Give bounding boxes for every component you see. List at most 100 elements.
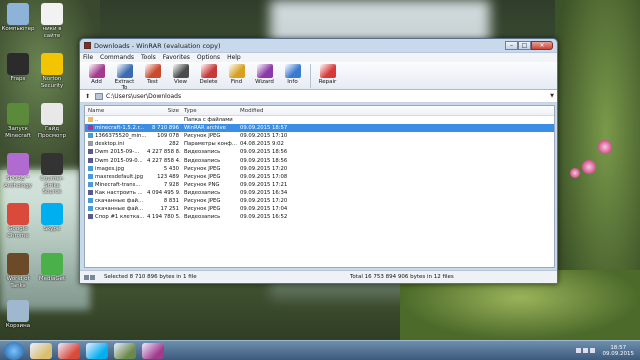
img-file-icon xyxy=(88,197,93,203)
toolbar-button[interactable]: Wizard xyxy=(251,64,278,85)
desktop-icon-label: Skype xyxy=(43,226,61,232)
tray-network-icon[interactable] xyxy=(575,348,581,353)
file-row[interactable]: Спор #1 клетка... 4 194 780 5... Видеозапи… xyxy=(85,213,554,221)
file-size: 8 710 896 xyxy=(152,125,179,132)
file-row[interactable]: images.jpg 5 430 Рисунок JPEG 09.09.2015 17… xyxy=(85,165,554,173)
wizard-icon xyxy=(256,64,273,78)
desktop-icon[interactable]: Norton Security xyxy=(34,53,70,89)
file-modified: 09.09.2015 18:56 xyxy=(240,149,287,156)
column-size[interactable]: Size xyxy=(147,108,181,114)
tray-flag-icon[interactable] xyxy=(589,348,595,353)
desktop-icon[interactable]: Skype xyxy=(34,203,70,233)
desktop-icon[interactable]: Google Chrome xyxy=(0,203,36,239)
toolbar-button[interactable]: Test xyxy=(139,64,166,85)
tray-volume-icon[interactable] xyxy=(582,348,588,353)
column-name[interactable]: Name xyxy=(85,108,147,114)
chevron-down-icon[interactable]: ▼ xyxy=(550,93,554,99)
desktop-icon-image xyxy=(41,3,63,25)
address-path[interactable]: C:\Users\user\Downloads xyxy=(106,93,550,100)
file-row[interactable]: Minecraft-trans... 7 928 Рисунок PNG 09.09.… xyxy=(85,181,554,189)
desktop-icon-label: ники в сайте xyxy=(42,26,62,39)
desktop-icon[interactable]: World of Tanks xyxy=(0,253,36,289)
file-row[interactable]: Как настроить ... 4 094 495 9... Видеозапи… xyxy=(85,189,554,197)
file-modified: 09.09.2015 17:20 xyxy=(240,197,287,204)
start-button[interactable] xyxy=(4,341,24,360)
file-name: Minecraft-trans... xyxy=(95,181,141,188)
column-modified[interactable]: Modified xyxy=(237,108,287,114)
up-folder-icon[interactable]: ⬆ xyxy=(83,92,92,101)
toolbar-button[interactable]: View xyxy=(167,64,194,85)
img-file-icon xyxy=(88,165,93,171)
toolbar-button[interactable]: Find xyxy=(223,64,250,85)
file-modified: 09.09.2015 17:20 xyxy=(240,165,287,172)
title-bar[interactable]: Downloads - WinRAR (evaluation copy) – □… xyxy=(80,39,557,52)
file-modified: 09.09.2015 16:52 xyxy=(240,214,287,221)
file-row[interactable]: desktop.ini 282 Параметры конф... 04.08.201… xyxy=(85,140,554,148)
file-name-cell: images.jpg xyxy=(85,165,147,172)
menu-item[interactable]: File xyxy=(83,54,93,61)
clock-date: 09.09.2015 xyxy=(602,350,635,357)
file-type: Папка с файлами xyxy=(184,117,233,124)
file-name: minecraft-1.5.2.r... xyxy=(95,125,145,132)
file-name-cell: скачанные фай... xyxy=(85,197,147,204)
repair-icon xyxy=(319,64,336,78)
desktop-icon-image xyxy=(41,103,63,125)
file-size: 4 227 858 4... xyxy=(147,157,181,164)
taskbar-app-explorer[interactable] xyxy=(30,342,52,359)
toolbar-button[interactable]: Repair xyxy=(314,64,341,85)
desktop-icon[interactable]: Корзина xyxy=(0,300,36,330)
desktop-icon-image xyxy=(7,300,29,322)
menu-item[interactable]: Favorites xyxy=(163,54,190,61)
menu-item[interactable]: Tools xyxy=(141,54,156,61)
taskbar-app-skype[interactable] xyxy=(86,342,108,359)
file-size: 8 831 xyxy=(163,197,179,204)
desktop-icon-label: Google Chrome xyxy=(7,226,29,239)
desktop-icon[interactable]: Запуск Minecraft xyxy=(0,103,36,139)
column-type[interactable]: Type xyxy=(181,108,237,114)
minimize-button[interactable]: – xyxy=(505,41,518,50)
address-bar[interactable]: ⬆ C:\Users\user\Downloads ▼ xyxy=(80,90,557,103)
menu-item[interactable]: Options xyxy=(197,54,220,61)
system-tray: 18:57 09.09.2015 xyxy=(575,345,640,357)
desktop-icon[interactable]: Гайд Просмотр xyxy=(34,103,70,139)
file-row[interactable]: .. Папка с файлами xyxy=(85,116,554,124)
desktop-icon[interactable]: SPORE™ Anthology xyxy=(0,153,36,189)
file-row[interactable]: скачанные фай... 17 251 Рисунок JPEG 09.09.… xyxy=(85,205,554,213)
desktop-icon[interactable]: Counter-Strike Source xyxy=(34,153,70,196)
file-name: 1366375520_min... xyxy=(95,133,147,140)
menu-item[interactable]: Help xyxy=(227,54,241,61)
file-row[interactable]: скачанные фай... 8 831 Рисунок JPEG 09.09.2… xyxy=(85,197,554,205)
file-row[interactable]: minecraft-1.5.2.r... 8 710 896 WinRAR arch… xyxy=(85,124,554,133)
ini-file-icon xyxy=(88,141,93,147)
file-name-cell: Dwm 2015-09-0... xyxy=(85,157,147,164)
taskbar-app-minecraft[interactable] xyxy=(114,342,136,359)
file-row[interactable]: Dwm 2015-09-... 4 227 858 8... Видеозапись… xyxy=(85,148,554,156)
file-size: 282 xyxy=(168,141,179,148)
desktop-icon[interactable]: Компьютер xyxy=(0,3,36,33)
toolbar-button[interactable]: Extract To xyxy=(111,64,138,91)
menu-item[interactable]: Commands xyxy=(100,54,134,61)
taskbar-app-chrome[interactable] xyxy=(58,342,80,359)
toolbar-button-label: View xyxy=(173,79,188,85)
file-row[interactable]: maxresdefault.jpg 123 489 Рисунок JPEG 09.0… xyxy=(85,173,554,181)
file-name: images.jpg xyxy=(95,165,125,172)
toolbar-button[interactable]: Add xyxy=(83,64,110,85)
maximize-button[interactable]: □ xyxy=(518,41,531,50)
toolbar-button[interactable]: Info xyxy=(279,64,306,85)
close-button[interactable]: ✕ xyxy=(531,41,553,50)
file-name-cell: Как настроить ... xyxy=(85,189,147,196)
desktop-icon-label: MediaGet xyxy=(38,276,66,282)
desktop-icon[interactable]: MediaGet xyxy=(34,253,70,283)
file-row[interactable]: Dwm 2015-09-0... 4 227 858 4... Видеозапис… xyxy=(85,156,554,164)
desktop-icon-image xyxy=(41,253,63,275)
taskbar-app-winrar[interactable] xyxy=(142,342,164,359)
winrar-window[interactable]: Downloads - WinRAR (evaluation copy) – □… xyxy=(79,38,558,284)
toolbar-button[interactable]: Delete xyxy=(195,64,222,85)
file-list[interactable]: Name Size Type Modified .. Папка с файлам… xyxy=(84,105,555,268)
desktop-icon[interactable]: Fraps xyxy=(0,53,36,83)
file-modified: 09.09.2015 16:34 xyxy=(240,189,287,196)
file-row[interactable]: 1366375520_min... 109 078 Рисунок JPEG 09.0… xyxy=(85,132,554,140)
clock[interactable]: 18:57 09.09.2015 xyxy=(603,345,635,357)
file-modified: 09.09.2015 18:57 xyxy=(240,125,287,132)
desktop-icon[interactable]: ники в сайте xyxy=(34,3,70,39)
